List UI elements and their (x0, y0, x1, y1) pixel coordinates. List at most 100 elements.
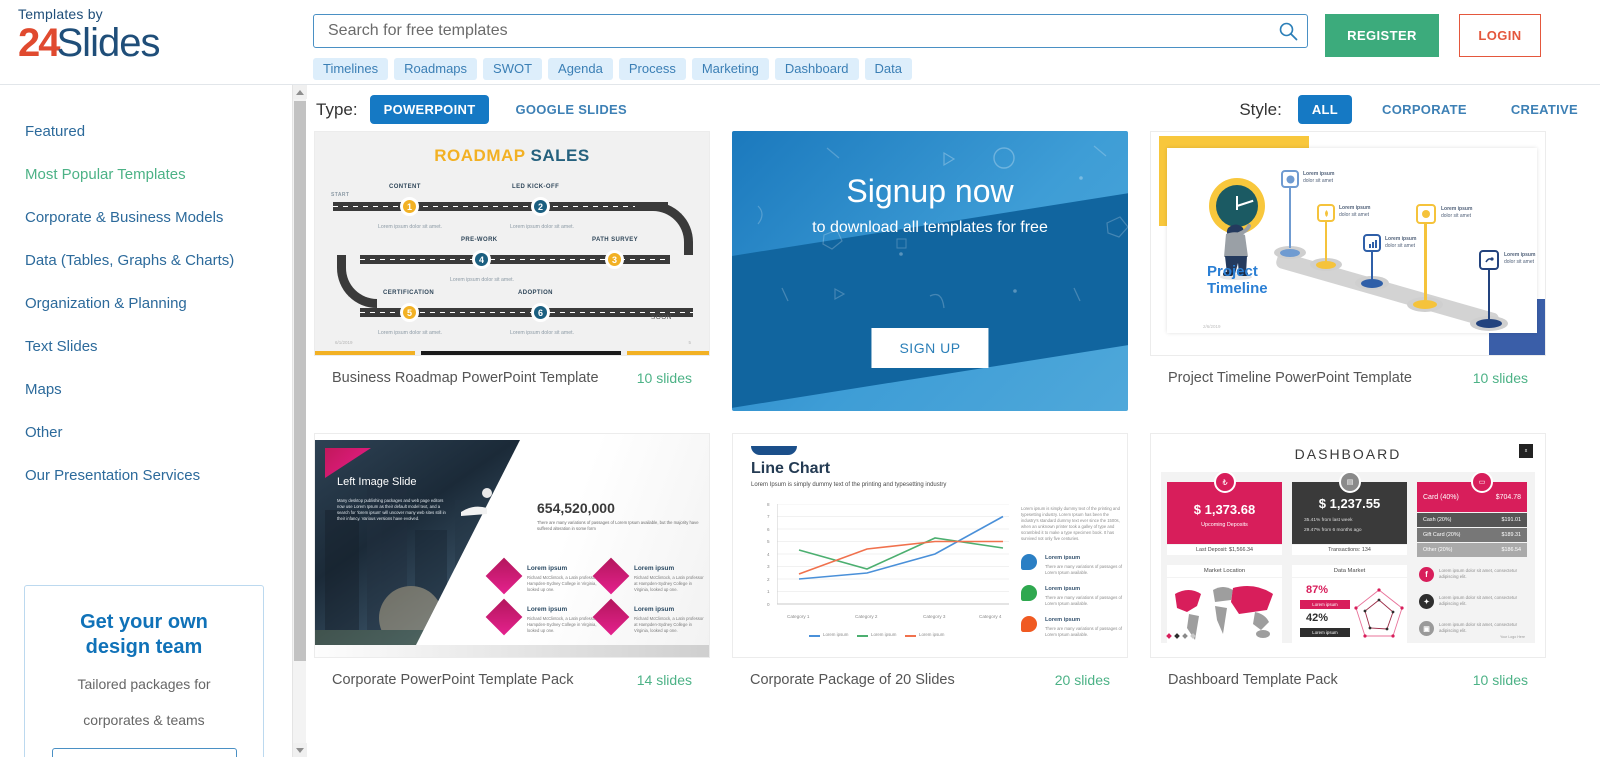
thumbnail-project-timeline[interactable]: Project Timeline Lorem ipsum dolor sit a… (1150, 131, 1546, 356)
tag-agenda[interactable]: Agenda (548, 58, 613, 80)
signup-banner[interactable]: Signup now to download all templates for… (732, 131, 1128, 411)
login-button[interactable]: LOGIN (1459, 14, 1541, 57)
pt-stem-1 (1289, 186, 1291, 248)
tile2-value: $ 1,237.55 (1318, 496, 1381, 511)
content-scrollbar[interactable] (292, 85, 307, 757)
dashboard-title: DASHBOARD (1294, 446, 1402, 462)
promo-cta-button[interactable] (51, 748, 237, 757)
banner-signup-button[interactable]: SIGN UP (871, 328, 989, 368)
filter-style-creative[interactable]: CREATIVE (1497, 95, 1592, 124)
card-title[interactable]: Corporate PowerPoint Template Pack (332, 672, 574, 688)
sidebar-item-other[interactable]: Other (25, 424, 292, 441)
scrollbar-thumb[interactable] (294, 101, 306, 661)
tag-swot[interactable]: SWOT (483, 58, 543, 80)
xtick-1: Category 1 (787, 614, 810, 619)
search-input[interactable] (313, 14, 1308, 48)
search-bar (313, 14, 1308, 48)
xtick-3: Category 3 (923, 614, 946, 619)
tag-process[interactable]: Process (618, 58, 686, 80)
payment-value-card: $704.78 (1495, 493, 1521, 501)
legend-swatch-2 (857, 635, 868, 637)
payment-label-cash: Cash (20%) (1423, 517, 1452, 523)
sidebar-item-data[interactable]: Data (Tables, Graphs & Charts) (25, 252, 292, 269)
tag-timelines[interactable]: Timelines (313, 58, 389, 80)
thumbnail-dashboard[interactable]: DASHBOARD x $ 1,373.68 Upcoming Deposits… (1150, 433, 1546, 658)
template-row: ROADMAP SALES START SOON 1 CONTENT Lorem… (314, 131, 1592, 411)
type-filter-group: Type: POWERPOINT GOOGLE SLIDES (316, 95, 641, 124)
ytick-4: 4 (767, 552, 770, 557)
card-title[interactable]: Dashboard Template Pack (1168, 672, 1338, 688)
tile1-footer: Last Deposit: $1,566.34 (1167, 545, 1282, 555)
logo-slides-text: Slides (56, 21, 161, 65)
payment-row-other: Other (20%) $186.54 (1417, 543, 1527, 557)
pt-road (1274, 251, 1501, 331)
card-title[interactable]: Business Roadmap PowerPoint Template (332, 370, 599, 386)
sidebar-item-text-slides[interactable]: Text Slides (25, 338, 292, 355)
sidebar-item-presentation-services[interactable]: Our Presentation Services (25, 467, 292, 484)
ytick-3: 3 (767, 564, 770, 569)
card-icon: ▭ (1471, 471, 1493, 493)
tag-data[interactable]: Data (864, 58, 912, 80)
promo-title-line1: Get your own (80, 611, 208, 633)
payment-label-other: Other (20%) (1423, 547, 1453, 553)
sidebar-item-featured[interactable]: Featured (25, 123, 292, 140)
roadmap-node-6: 6 (531, 303, 550, 322)
tag-roadmaps[interactable]: Roadmaps (394, 58, 478, 80)
sidebar-item-most-popular[interactable]: Most Popular Templates (25, 166, 292, 183)
roadmap-strip-right (627, 351, 709, 355)
promo-sub-line1: Tailored packages for (77, 676, 211, 692)
ytick-6: 6 (767, 527, 770, 532)
pt-note-1-line1: Lorem ipsum (1303, 171, 1335, 177)
logo[interactable]: Templates by 24 Slides (18, 6, 218, 64)
data-caption: Data Market (1292, 565, 1407, 577)
chart-subtitle: Lorem Ipsum is simply dummy text of the … (751, 482, 947, 488)
pt-note-1-line2: dolor sit amet (1303, 177, 1334, 184)
sidebar: Featured Most Popular Templates Corporat… (0, 85, 292, 757)
banner-subtitle: to download all templates for free (812, 219, 1048, 236)
roadmap-label-6: ADOPTION (518, 290, 553, 296)
search-icon[interactable] (1278, 21, 1298, 41)
signup-banner-card: Signup now to download all templates for… (732, 131, 1128, 411)
instagram-icon: ▣ (1419, 621, 1434, 636)
pt-note-2-line1: Lorem ipsum (1339, 205, 1371, 211)
card-slide-count: 20 slides (1054, 672, 1110, 688)
roadmap-date: 6/1/2019 (335, 340, 353, 345)
scroll-up-arrow-icon[interactable] (293, 85, 307, 99)
roadmap-text-6: Lorem ipsum dolor sit amet. (509, 330, 574, 336)
cp-feature-text-4: Richard McClintock, a Latin professor at… (634, 616, 704, 633)
payment-value-cash: $191.01 (1501, 517, 1522, 523)
roadmap-node-3: 3 (605, 250, 624, 269)
radar-chart-icon (1354, 588, 1404, 638)
pt-icon-1 (1281, 170, 1299, 188)
pt-note-2-line2: dolor sit amet (1339, 211, 1370, 218)
sidebar-item-corporate-business[interactable]: Corporate & Business Models (25, 209, 292, 226)
chart-bullet-icon-3 (1021, 616, 1037, 632)
scroll-down-arrow-icon[interactable] (293, 743, 307, 757)
card-title[interactable]: Corporate Package of 20 Slides (750, 672, 955, 688)
hand-coin-icon (461, 488, 492, 516)
template-card-project-timeline: Project Timeline Lorem ipsum dolor sit a… (1150, 131, 1546, 411)
thumbnail-business-roadmap[interactable]: ROADMAP SALES START SOON 1 CONTENT Lorem… (314, 131, 710, 356)
tag-marketing[interactable]: Marketing (691, 58, 769, 80)
pt-note-5-line2: dolor sit amet (1504, 258, 1535, 265)
card-title[interactable]: Project Timeline PowerPoint Template (1168, 370, 1412, 386)
tag-dashboard[interactable]: Dashboard (774, 58, 859, 80)
thumbnail-corporate-pack[interactable]: Left Image Slide Many desktop publishing… (314, 433, 710, 658)
payment-row-giftcard: Gift Card (20%) $189.31 (1417, 528, 1527, 542)
filter-powerpoint[interactable]: POWERPOINT (369, 95, 490, 124)
template-card-corporate-pack: Left Image Slide Many desktop publishing… (314, 433, 710, 688)
legend-swatch-1 (809, 635, 820, 637)
filter-style-corporate[interactable]: CORPORATE (1368, 95, 1481, 124)
filter-google-slides[interactable]: GOOGLE SLIDES (501, 95, 641, 124)
sidebar-item-maps[interactable]: Maps (25, 381, 292, 398)
thumbnail-line-chart[interactable]: Line Chart Lorem Ipsum is simply dummy t… (732, 433, 1128, 658)
sidebar-item-organization[interactable]: Organization & Planning (25, 295, 292, 312)
pct-low-label: Lorem ipsum (1300, 628, 1350, 637)
pt-note-5-line1: Lorem ipsum (1504, 252, 1536, 258)
payment-row-cash: Cash (20%) $191.01 (1417, 513, 1527, 527)
register-button[interactable]: REGISTER (1325, 14, 1439, 57)
chart-bullet-title-3: Lorem ipsum (1045, 617, 1081, 623)
cp-feature-title-1: Lorem ipsum (527, 565, 568, 572)
filter-style-all[interactable]: ALL (1297, 95, 1353, 124)
tile2-line2: 29.47% from 6 months ago (1304, 528, 1362, 533)
